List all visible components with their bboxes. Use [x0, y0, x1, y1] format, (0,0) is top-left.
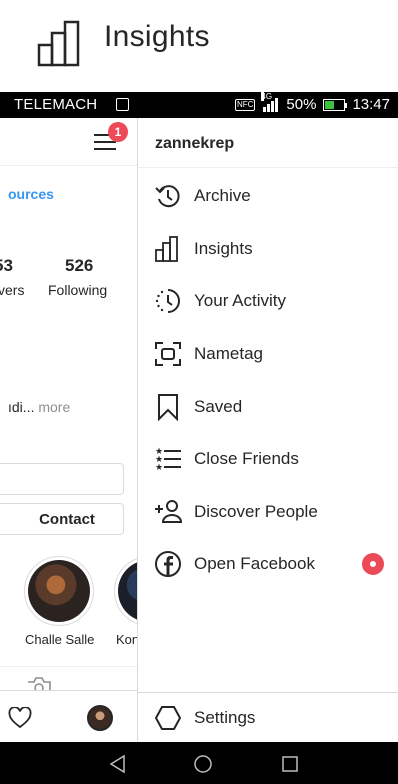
menu-item-label: Nametag — [194, 344, 263, 363]
nametag-scan-icon — [155, 342, 181, 366]
menu-item-archive[interactable]: Archive — [138, 171, 398, 221]
insights-bar-chart-icon — [155, 236, 178, 262]
story-highlight[interactable] — [114, 556, 137, 626]
bio-more-link[interactable]: more — [34, 399, 70, 415]
followers-label: vers — [0, 282, 25, 298]
menu-item-label: Discover People — [194, 502, 318, 521]
drawer-username: zannekrep — [155, 135, 235, 152]
bookmark-icon — [158, 394, 178, 421]
status-bar: TELEMACH NFC 4G 50% 13:47 — [0, 91, 398, 118]
svg-text:★: ★ — [155, 463, 163, 473]
clock: 13:47 — [352, 96, 390, 113]
menu-item-label: Settings — [194, 708, 256, 727]
battery-icon — [323, 98, 348, 111]
back-icon[interactable] — [108, 754, 128, 774]
side-drawer: zannekrep Archive Insights Your Activity… — [138, 118, 398, 742]
menu-item-label: Insights — [194, 239, 253, 258]
story-highlight[interactable] — [24, 556, 94, 626]
menu-item-settings[interactable]: Settings — [138, 692, 398, 742]
menu-item-insights[interactable]: Insights — [138, 224, 398, 274]
insights-bar-chart-icon — [37, 20, 80, 67]
facebook-icon — [155, 551, 181, 577]
drawer-header: zannekrep — [138, 118, 398, 168]
story-highlight-label: Challe Salle — [25, 632, 95, 647]
menu-item-label: Your Activity — [194, 291, 286, 310]
heart-icon[interactable] — [8, 707, 32, 729]
menu-item-label: Saved — [194, 397, 243, 416]
menu-item-label: Open Facebook — [194, 554, 315, 573]
profile-header: 1 — [0, 118, 137, 166]
bio-text: ıdi... — [8, 399, 35, 415]
resources-link[interactable]: ources — [8, 186, 54, 202]
profile-background: 1 ources 53 vers 526 Following ıdi... mo… — [0, 118, 138, 742]
activity-clock-icon — [155, 289, 180, 313]
profile-tab-avatar[interactable] — [87, 705, 113, 731]
system-nav-bar — [0, 742, 398, 784]
zoom-caption: Insights — [0, 0, 398, 92]
menu-item-your-activity[interactable]: Your Activity — [138, 276, 398, 326]
signal-icon: 4G — [261, 91, 279, 112]
menu-item-label: Close Friends — [194, 449, 299, 468]
menu-item-nametag[interactable]: Nametag — [138, 329, 398, 379]
add-person-icon — [155, 500, 182, 523]
battery-percent: 50% — [286, 96, 317, 113]
new-indicator-dot — [362, 553, 384, 575]
recent-apps-icon[interactable] — [280, 754, 300, 774]
archive-history-icon — [155, 185, 180, 208]
story-highlight-label: Kon — [116, 632, 138, 647]
menu-item-open-facebook[interactable]: Open Facebook — [138, 539, 398, 589]
menu-item-close-friends[interactable]: ★ ★ ★ Close Friends — [138, 434, 398, 484]
screen: Insights TELEMACH NFC 4G 50% 13:47 1 our… — [0, 0, 398, 784]
home-icon[interactable] — [193, 754, 213, 774]
gallery-notification-icon — [116, 98, 129, 111]
edit-profile-button[interactable] — [0, 463, 124, 495]
bottom-tab-bar — [0, 690, 137, 742]
network-type: 4G — [261, 91, 273, 101]
profile-bio: ıdi... more — [8, 399, 70, 415]
status-indicators: NFC 4G 50% 13:47 — [234, 91, 390, 113]
zoom-caption-label: Insights — [104, 20, 210, 53]
menu-item-discover-people[interactable]: Discover People — [138, 487, 398, 537]
menu-item-label: Archive — [194, 186, 251, 205]
menu-item-saved[interactable]: Saved — [138, 382, 398, 432]
nfc-icon: NFC — [234, 98, 256, 111]
settings-gear-icon — [155, 706, 181, 730]
contact-button[interactable]: Contact — [0, 503, 124, 535]
close-friends-list-icon: ★ ★ ★ — [155, 447, 181, 473]
notification-badge: 1 — [108, 122, 128, 142]
divider — [0, 666, 137, 667]
following-count[interactable]: 526 — [65, 256, 93, 276]
followers-count[interactable]: 53 — [0, 256, 13, 276]
following-label: Following — [48, 282, 108, 298]
carrier-name: TELEMACH — [14, 96, 98, 113]
